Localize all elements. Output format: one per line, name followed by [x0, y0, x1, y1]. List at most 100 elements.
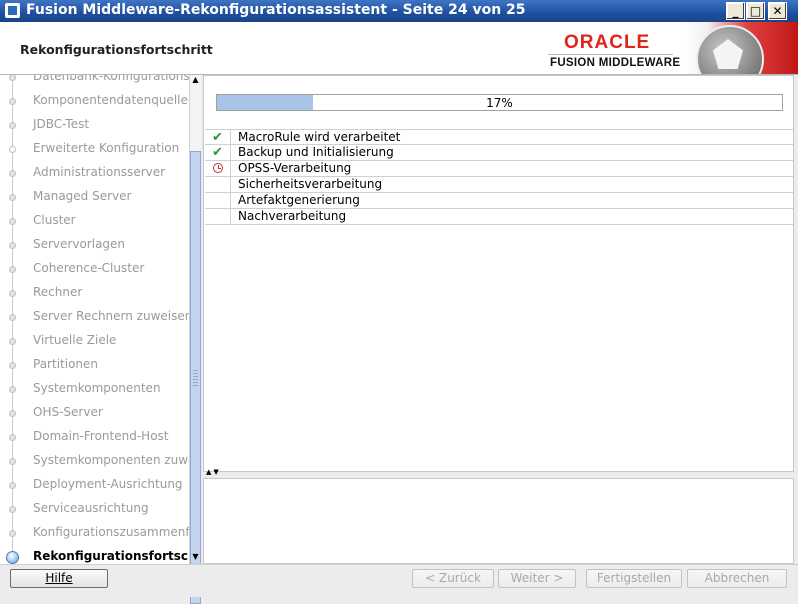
step-marker-icon [9, 338, 16, 345]
step-marker-icon [9, 530, 16, 537]
minimize-button[interactable]: _ [726, 2, 745, 20]
step-marker-icon [9, 98, 16, 105]
step-marker-icon [9, 242, 16, 249]
logo-divider [548, 54, 673, 55]
nav-step-label: Coherence-Cluster [33, 261, 145, 275]
nav-step-label: Server Rechnern zuweisen [33, 309, 189, 323]
nav-step-item[interactable]: Systemkomponenten zuweisen [0, 449, 189, 473]
nav-step-item[interactable]: Administrationsserver [0, 161, 189, 185]
step-marker-icon [9, 266, 16, 273]
step-marker-icon [9, 458, 16, 465]
nav-step-item[interactable]: Managed Server [0, 185, 189, 209]
close-button[interactable]: ✕ [768, 2, 787, 20]
nav-step-item[interactable]: Virtuelle Ziele [0, 329, 189, 353]
nav-step-label: Deployment-Ausrichtung [33, 477, 183, 491]
step-marker-icon [9, 194, 16, 201]
nav-step-item[interactable]: Servervorlagen [0, 233, 189, 257]
nav-step-label: Managed Server [33, 189, 132, 203]
nav-step-item[interactable]: Rechner [0, 281, 189, 305]
nav-step-item[interactable]: Datenbank-Konfigurationstyp [0, 75, 189, 89]
nav-step-item[interactable]: Partitionen [0, 353, 189, 377]
nav-step-label: Administrationsserver [33, 165, 166, 179]
task-status-cell [205, 161, 231, 176]
current-step-icon [6, 551, 19, 564]
scroll-down-arrow-icon[interactable]: ▼ [190, 552, 201, 561]
task-label: OPSS-Verarbeitung [238, 161, 352, 175]
nav-step-item[interactable]: Domain-Frontend-Host [0, 425, 189, 449]
task-label: Nachverarbeitung [238, 209, 347, 223]
nav-step-label: Rechner [33, 285, 83, 299]
nav-step-item[interactable]: Deployment-Ausrichtung [0, 473, 189, 497]
logo-wordmark: ORACLE [564, 32, 651, 53]
nav-step-item[interactable]: JDBC-Test [0, 113, 189, 137]
nav-step-item[interactable]: Systemkomponenten [0, 377, 189, 401]
check-icon: ✔ [212, 130, 223, 145]
nav-step-label: Partitionen [33, 357, 98, 371]
maximize-button[interactable]: □ [746, 2, 765, 20]
nav-step-label: Serviceausrichtung [33, 501, 149, 515]
task-status-cell [205, 177, 231, 192]
clock-icon [212, 163, 223, 173]
step-marker-icon [9, 75, 16, 81]
task-row: Nachverarbeitung [205, 209, 793, 225]
progress-percent: 17% [486, 96, 513, 110]
task-label: Backup und Initialisierung [238, 145, 394, 159]
step-marker-icon [9, 434, 16, 441]
step-marker-icon [9, 122, 16, 129]
task-label: Sicherheitsverarbeitung [238, 177, 383, 191]
task-label: MacroRule wird verarbeitet [238, 130, 401, 144]
oracle-logo: ORACLE FUSION MIDDLEWARE [548, 30, 680, 72]
back-button[interactable]: < Zurück [412, 569, 494, 588]
check-icon: ✔ [212, 145, 223, 160]
nav-step-item[interactable]: Komponentendatenquellen [0, 89, 189, 113]
progress-panel: 17% ✔ MacroRule wird verarbeitet ✔ Backup u… [203, 75, 794, 472]
splitter-arrows-icon[interactable]: ▲▼ [206, 468, 221, 476]
page-title: Rekonfigurationsfortschritt [20, 42, 213, 57]
task-label: Artefaktgenerierung [238, 193, 360, 207]
step-marker-icon [9, 170, 16, 177]
help-button[interactable]: Hilfe [10, 569, 108, 588]
nav-step-label: Servervorlagen [33, 237, 126, 251]
page-header: Rekonfigurationsfortschritt ORACLE FUSIO… [0, 22, 798, 75]
nav-step-label: Komponentendatenquellen [33, 93, 189, 107]
help-button-label: Hilfe [45, 571, 73, 585]
nav-step-item[interactable]: Rekonfigurationsfortschritt [0, 545, 189, 564]
nav-step-label: Systemkomponenten [33, 381, 161, 395]
task-status-cell [205, 193, 231, 208]
nav-scrollbar[interactable]: ▲ ▼ [189, 75, 201, 604]
task-status-cell: ✔ [205, 145, 231, 160]
next-button[interactable]: Weiter > [498, 569, 576, 588]
task-row: OPSS-Verarbeitung [205, 161, 793, 177]
task-status-cell [205, 209, 231, 224]
step-marker-icon [9, 482, 16, 489]
nav-step-item[interactable]: Coherence-Cluster [0, 257, 189, 281]
scroll-up-arrow-icon[interactable]: ▲ [190, 75, 201, 84]
nav-step-label: Systemkomponenten zuweisen [33, 453, 189, 467]
window-title: Fusion Middleware-Rekonfigurationsassist… [26, 2, 526, 18]
nav-step-item[interactable]: Server Rechnern zuweisen [0, 305, 189, 329]
step-marker-icon [9, 290, 16, 297]
title-bar[interactable]: Fusion Middleware-Rekonfigurationsassist… [0, 0, 798, 22]
nav-step-label: Domain-Frontend-Host [33, 429, 169, 443]
step-marker-icon [9, 386, 16, 393]
nav-step-item[interactable]: Serviceausrichtung [0, 497, 189, 521]
nav-step-item[interactable]: Erweiterte Konfiguration [0, 137, 189, 161]
button-bar: Hilfe < Zurück Weiter > Fertigstellen Ab… [0, 564, 798, 597]
nav-step-label: Erweiterte Konfiguration [33, 141, 180, 155]
nav-step-item[interactable]: OHS-Server [0, 401, 189, 425]
step-marker-icon [9, 314, 16, 321]
step-marker-icon [9, 506, 16, 513]
nav-scrollbar-thumb[interactable] [190, 151, 201, 604]
nav-step-item[interactable]: Konfigurationszusammenfassung [0, 521, 189, 545]
task-row: ✔ MacroRule wird verarbeitet [205, 129, 793, 145]
task-list: ✔ MacroRule wird verarbeitet ✔ Backup und I… [205, 129, 793, 225]
nav-step-label: Konfigurationszusammenfassung [33, 525, 189, 539]
step-marker-icon [9, 410, 16, 417]
nav-step-label: OHS-Server [33, 405, 103, 419]
nav-step-item[interactable]: Cluster [0, 209, 189, 233]
cancel-button[interactable]: Abbrechen [687, 569, 787, 588]
finish-button[interactable]: Fertigstellen [586, 569, 682, 588]
progress-bar: 17% [216, 94, 783, 111]
step-navigation[interactable]: Datenbank-Konfigurationstyp Komponentenda… [0, 75, 189, 564]
nav-step-label: Datenbank-Konfigurationstyp [33, 75, 189, 83]
